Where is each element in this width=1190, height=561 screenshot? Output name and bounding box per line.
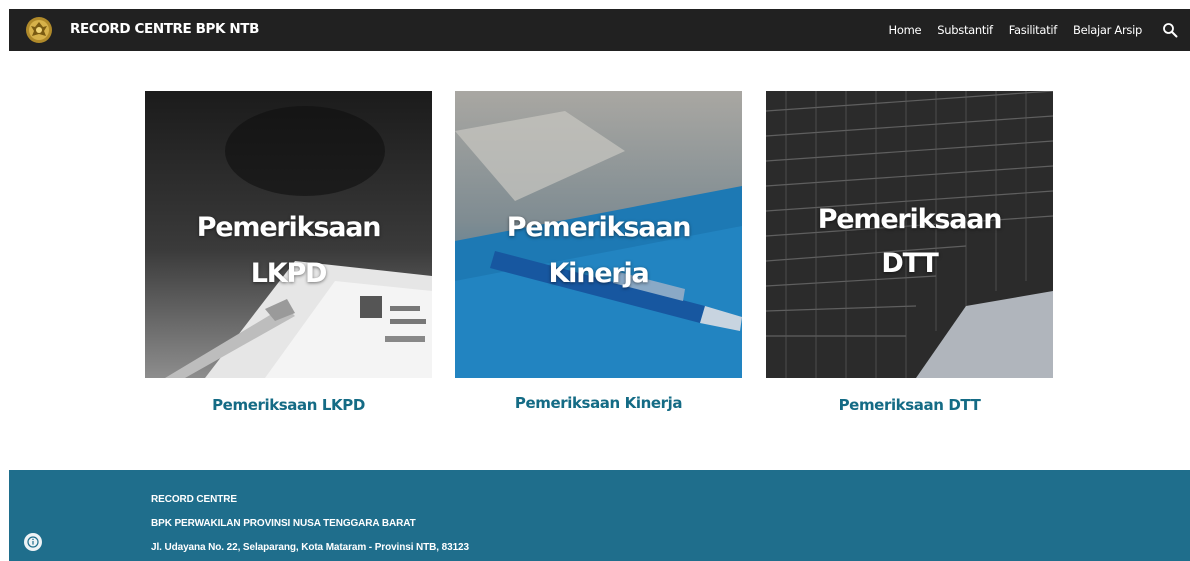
info-icon: [27, 536, 39, 548]
nav-home[interactable]: Home: [889, 23, 922, 37]
card-dtt-overlay-line2: DTT: [881, 248, 938, 279]
card-kinerja-overlay-line2: Kinerja: [548, 258, 649, 289]
card-lkpd-overlay-line1: Pemeriksaan: [196, 212, 382, 243]
bpk-emblem-icon[interactable]: [24, 15, 54, 45]
top-navigation-bar: RECORD CENTRE BPK NTB Home Substantif Fa…: [9, 9, 1190, 51]
footer: RECORD CENTRE BPK PERWAKILAN PROVINSI NU…: [9, 470, 1190, 561]
card-lkpd-caption[interactable]: Pemeriksaan LKPD: [145, 396, 432, 414]
card-dtt-overlay-line1: Pemeriksaan: [817, 204, 1003, 235]
nav-substantif[interactable]: Substantif: [937, 23, 993, 37]
footer-office-name: BPK PERWAKILAN PROVINSI NUSA TENGGARA BA…: [151, 518, 416, 529]
card-kinerja-caption[interactable]: Pemeriksaan Kinerja: [455, 394, 742, 412]
nav-fasilitatif[interactable]: Fasilitatif: [1009, 23, 1058, 37]
footer-org-name: RECORD CENTRE: [151, 494, 237, 505]
card-kinerja-overlay-line1: Pemeriksaan: [506, 212, 692, 243]
card-dtt-image[interactable]: Pemeriksaan DTT: [766, 91, 1053, 378]
search-icon[interactable]: [1162, 22, 1178, 38]
card-dtt-caption[interactable]: Pemeriksaan DTT: [766, 396, 1053, 414]
site-title[interactable]: RECORD CENTRE BPK NTB: [70, 21, 259, 37]
card-kinerja-image[interactable]: Pemeriksaan Kinerja: [455, 91, 742, 378]
info-button[interactable]: [24, 533, 42, 551]
footer-address: Jl. Udayana No. 22, Selaparang, Kota Mat…: [151, 542, 469, 553]
card-lkpd-overlay-line2: LKPD: [250, 258, 328, 289]
card-lkpd-image[interactable]: Pemeriksaan LKPD: [145, 91, 432, 378]
main-nav: Home Substantif Fasilitatif Belajar Arsi…: [889, 9, 1190, 51]
nav-belajar-arsip[interactable]: Belajar Arsip: [1073, 23, 1142, 37]
